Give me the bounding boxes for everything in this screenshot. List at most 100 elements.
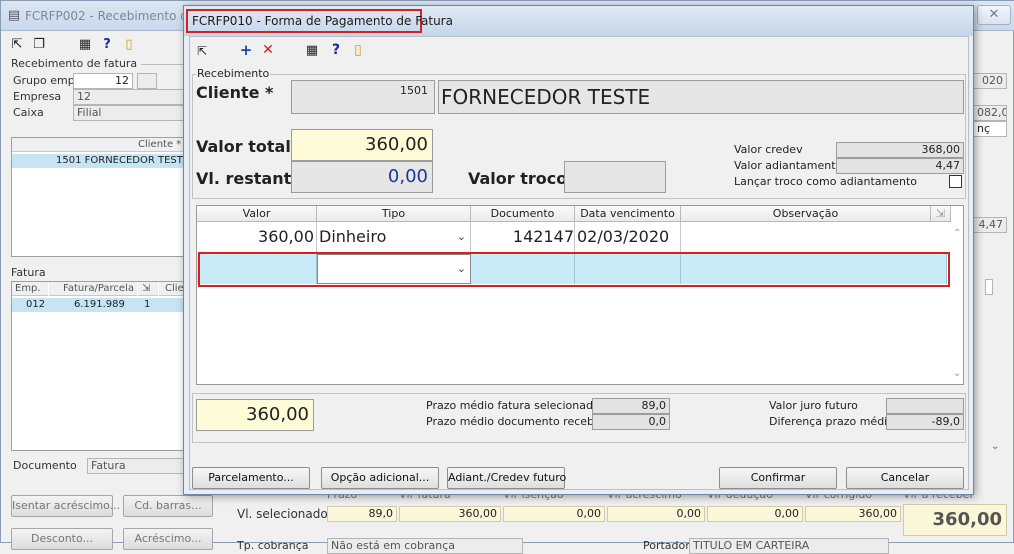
add-icon[interactable]: + xyxy=(238,42,254,58)
right-edge-box xyxy=(985,279,993,295)
scroll-down-arrow-icon[interactable]: ⌄ xyxy=(991,441,999,452)
calculator-icon[interactable]: ▦ xyxy=(77,37,93,53)
confirmar-button[interactable]: Confirmar xyxy=(719,467,837,489)
cliente-column-header[interactable]: Cliente * xyxy=(12,138,186,152)
row1-observacao[interactable] xyxy=(681,222,947,252)
valor-credev-field: 368,00 xyxy=(836,142,964,158)
fatura-grid[interactable]: Emp. Fatura/Parcela ⇲ Clie 012 6.191.989… xyxy=(11,281,187,451)
row1-documento[interactable]: 142147 xyxy=(471,222,575,252)
dialog-title: FCRFP010 - Forma de Pagamento de Fatura xyxy=(186,9,453,33)
door-exit-icon[interactable]: ▯ xyxy=(121,37,137,53)
right-field-4: 4,47 xyxy=(973,217,1007,233)
row1-valor[interactable]: 360,00 xyxy=(197,222,317,252)
grupo-emp-field[interactable]: 12 xyxy=(73,73,133,89)
right-field-2: 082,00 xyxy=(973,105,1007,121)
diferenca-prazo-label: Diferença prazo médio xyxy=(769,415,894,428)
caixa-field[interactable]: Filial xyxy=(73,105,185,121)
row1-vencimento[interactable]: 02/03/2020 xyxy=(575,222,681,252)
lancar-troco-label: Lançar troco como adiantamento xyxy=(734,175,918,188)
door-exit-icon[interactable]: ▯ xyxy=(350,42,366,58)
caixa-label: Caixa xyxy=(13,106,44,119)
chevron-down-icon[interactable]: ⌄ xyxy=(457,222,466,252)
col-tipo[interactable]: Tipo xyxy=(317,206,471,222)
prazo-medio-doc-label: Prazo médio documento recebido xyxy=(426,415,611,428)
calculator-icon[interactable]: ▦ xyxy=(304,43,320,59)
col-fatura-parcela[interactable]: Fatura/Parcela xyxy=(49,282,137,296)
cliente-grid[interactable]: Cliente * 1501 FORNECEDOR TESTE xyxy=(11,137,189,257)
summary-prazo: 89,0 xyxy=(327,506,397,522)
group-fatura-label: Fatura xyxy=(11,266,46,279)
column-options-icon[interactable]: ⇲ xyxy=(931,206,951,222)
col-documento[interactable]: Documento xyxy=(471,206,575,222)
vl-restante-label: Vl. restante xyxy=(196,169,303,188)
fatura-row[interactable]: 012 6.191.989 1 xyxy=(12,298,186,312)
documento-field[interactable]: Fatura xyxy=(87,458,185,474)
opcao-adicional-button[interactable]: Opção adicional... xyxy=(321,467,439,489)
valor-juro-futuro-label: Valor juro futuro xyxy=(769,399,858,412)
dialog-titlebar: FCRFP010 - Forma de Pagamento de Fatura xyxy=(184,6,973,36)
dialog-body: ⇱ + ✕ ▦ ? ▯ Recebimento Cliente * 1501 F… xyxy=(189,36,969,490)
valor-troco-label: Valor troco xyxy=(468,169,568,188)
right-field-1: 020 xyxy=(973,73,1007,89)
payment-dialog: FCRFP010 - Forma de Pagamento de Fatura … xyxy=(183,5,974,495)
acrescimo-button[interactable]: Acréscimo... xyxy=(123,528,213,550)
group-divider xyxy=(141,64,185,65)
row1-highlight-outline xyxy=(198,252,950,287)
empresa-field[interactable]: 12 xyxy=(73,89,185,105)
prazo-medio-doc-field: 0,0 xyxy=(592,414,670,430)
summary-vlr-corrigido: 360,00 xyxy=(805,506,901,522)
fatura-parcela: 6.191.989 xyxy=(74,299,125,310)
cliente-row[interactable]: 1501 FORNECEDOR TESTE xyxy=(12,154,189,168)
documento-label: Documento xyxy=(13,459,77,472)
fatura-emp: 012 xyxy=(26,299,46,310)
cliente-name-field: FORNECEDOR TESTE xyxy=(438,80,964,114)
grupo-emp-lookup-button[interactable] xyxy=(137,73,157,89)
summary-vlr-acrescimo: 0,00 xyxy=(607,506,705,522)
valor-credev-label: Valor credev xyxy=(734,143,803,156)
vlr-a-receber-field: 360,00 xyxy=(903,504,1007,536)
lancar-troco-checkbox[interactable] xyxy=(949,175,962,188)
scroll-down-arrow-icon[interactable]: ⌄ xyxy=(953,368,961,379)
right-field-3[interactable]: nç xyxy=(973,121,1007,137)
tp-cobranca-field[interactable]: Não está em cobrança xyxy=(327,538,523,554)
valor-juro-futuro-field xyxy=(886,398,964,414)
close-button[interactable]: ✕ xyxy=(977,5,1011,25)
valor-total-label: Valor total xyxy=(196,137,291,156)
empresa-label: Empresa xyxy=(13,90,62,103)
help-icon[interactable]: ? xyxy=(99,37,115,53)
parcelamento-button[interactable]: Parcelamento... xyxy=(192,467,310,489)
portador-field[interactable]: TITULO EM CARTEIRA xyxy=(689,538,889,554)
exit-icon[interactable]: ⇱ xyxy=(9,37,25,53)
summary-vlr-deducao: 0,00 xyxy=(707,506,803,522)
grupo-emp-label: Grupo emp. xyxy=(13,74,79,87)
prazo-medio-fatura-field: 89,0 xyxy=(592,398,670,414)
col-observacao[interactable]: Observação xyxy=(681,206,931,222)
cancelar-button[interactable]: Cancelar xyxy=(846,467,964,489)
col-data-vencimento[interactable]: Data vencimento xyxy=(575,206,681,222)
col-sort[interactable]: ⇲ xyxy=(138,282,158,296)
exit-icon[interactable]: ⇱ xyxy=(194,43,210,59)
col-valor[interactable]: Valor xyxy=(197,206,317,222)
cd-barras-button[interactable]: Cd. barras... xyxy=(123,495,213,517)
row1-tipo-value: Dinheiro xyxy=(319,227,387,246)
valor-troco-field xyxy=(564,161,666,193)
total-pago-field: 360,00 xyxy=(196,399,314,431)
delete-icon[interactable]: ✕ xyxy=(260,42,276,58)
background-window-title: FCRFP002 - Recebimento de T xyxy=(25,9,207,23)
valor-adiantamento-label: Valor adiantamento xyxy=(734,159,843,172)
scroll-up-arrow-icon[interactable]: ⌃ xyxy=(953,228,961,239)
adiant-credev-futuro-button[interactable]: Adiant./Credev futuro xyxy=(447,467,566,489)
cliente-code-field[interactable]: 1501 xyxy=(291,80,435,114)
desconto-button[interactable]: Desconto... xyxy=(11,528,113,550)
col-emp[interactable]: Emp. xyxy=(12,282,48,296)
help-icon[interactable]: ? xyxy=(328,42,344,58)
payment-grid[interactable]: Valor Tipo Documento Data vencimento Obs… xyxy=(196,205,964,385)
copy-icon[interactable]: ❐ xyxy=(31,37,47,53)
valor-total-field[interactable]: 360,00 xyxy=(291,129,433,161)
document-icon: ▤ xyxy=(7,8,21,23)
vl-restante-field: 0,00 xyxy=(291,161,433,193)
row1-tipo[interactable]: Dinheiro ⌄ xyxy=(317,222,471,252)
summary-vlr-isencao: 0,00 xyxy=(503,506,605,522)
isentar-acrescimo-button[interactable]: Isentar acréscimo... xyxy=(11,495,120,517)
summary-vlr-fatura: 360,00 xyxy=(399,506,501,522)
